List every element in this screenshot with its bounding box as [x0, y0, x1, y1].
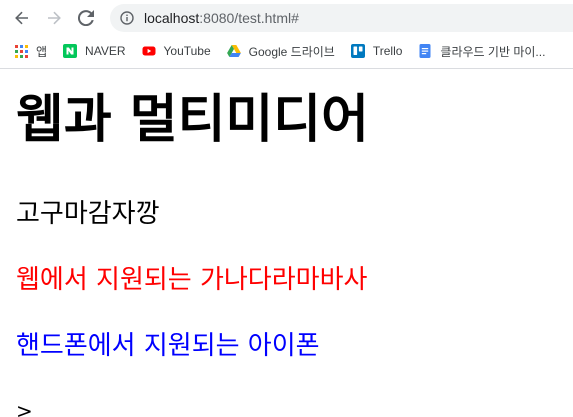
bookmark-docs[interactable]: 클라우드 기반 마이...	[418, 43, 545, 60]
bookmark-naver[interactable]: NAVER	[63, 44, 126, 58]
browser-toolbar: localhost:8080/test.html# 앱 NAVER YouTu…	[0, 0, 573, 69]
bookmark-label: Trello	[372, 44, 403, 58]
text-line-snack: 고구마감자깡	[16, 199, 160, 229]
bookmark-label: 클라우드 기반 마이...	[440, 44, 546, 59]
docs-icon	[418, 44, 432, 58]
text-line-arrow: >	[16, 399, 33, 417]
bookmarks-bar: 앱 NAVER YouTube Google 드라이브 Trello 클라우드 …	[0, 36, 573, 66]
trello-icon	[350, 44, 365, 58]
bookmark-label: NAVER	[85, 44, 126, 58]
text-line-red: 웹에서 지원되는 가나다라마바사	[16, 265, 368, 295]
back-arrow-icon	[15, 11, 28, 25]
forward-arrow-icon	[48, 11, 61, 25]
info-icon[interactable]	[120, 11, 134, 25]
address-bar[interactable]: localhost:8080/test.html#	[110, 4, 573, 32]
forward-button[interactable]	[42, 6, 66, 30]
bookmark-label: 앱	[36, 44, 48, 59]
bookmark-google-drive[interactable]: Google 드라이브	[226, 43, 335, 60]
text-line-blue: 핸드폰에서 지원되는 아이폰	[16, 331, 320, 361]
page-title: 웹과 멀티미디어	[16, 90, 369, 150]
url-path: :8080/test.html#	[199, 10, 299, 26]
google-drive-icon	[226, 44, 241, 58]
url-host: localhost	[144, 10, 200, 26]
bookmark-label: Google 드라이브	[248, 44, 335, 59]
navigation-row: localhost:8080/test.html#	[0, 0, 573, 36]
apps-grid-icon	[14, 44, 28, 58]
bookmark-apps[interactable]: 앱	[14, 43, 47, 60]
bookmark-trello[interactable]: Trello	[350, 44, 403, 58]
reload-icon	[78, 10, 94, 26]
back-button[interactable]	[10, 6, 34, 30]
youtube-icon	[142, 44, 156, 58]
bookmark-label: YouTube	[163, 44, 211, 58]
naver-icon	[63, 44, 78, 58]
bookmark-youtube[interactable]: YouTube	[142, 44, 211, 58]
reload-button[interactable]	[74, 6, 98, 30]
